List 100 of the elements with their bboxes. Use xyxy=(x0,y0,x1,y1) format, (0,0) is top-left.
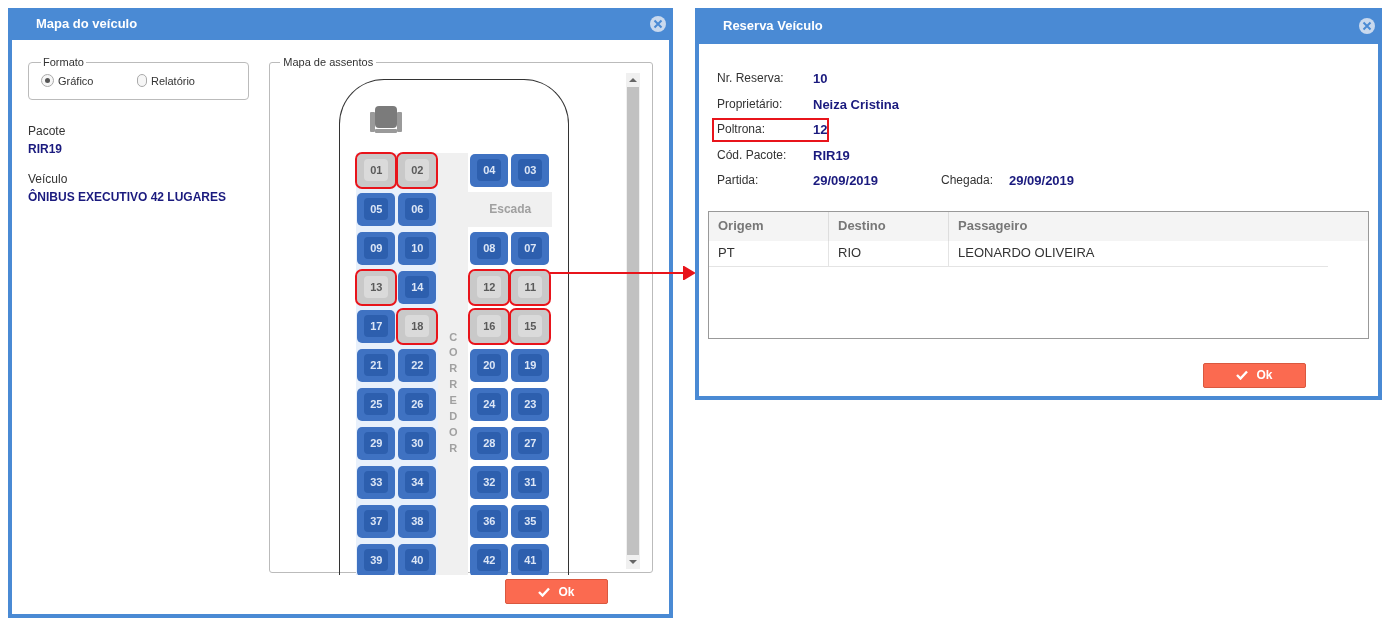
seat[interactable]: 16 xyxy=(470,309,509,343)
seat-number: 33 xyxy=(364,471,389,493)
seat[interactable]: 30 xyxy=(398,426,437,460)
seat[interactable]: 01 xyxy=(357,153,396,187)
ok-button[interactable]: Ok xyxy=(505,579,608,604)
seat-number: 13 xyxy=(364,276,389,298)
seat[interactable]: 19 xyxy=(511,348,550,382)
seat[interactable]: 39 xyxy=(357,543,396,575)
seat[interactable]: 14 xyxy=(398,270,437,304)
seat[interactable]: 29 xyxy=(357,426,396,460)
seat[interactable]: 09 xyxy=(357,231,396,265)
seat[interactable]: 25 xyxy=(357,387,396,421)
column-header: Destino xyxy=(829,211,949,241)
seat[interactable]: 13 xyxy=(357,270,396,304)
seat-number: 21 xyxy=(364,354,389,376)
seat-number: 09 xyxy=(364,237,389,259)
scrollbar-thumb[interactable] xyxy=(627,86,639,555)
table-cell-text: LEONARDO OLIVEIRA xyxy=(957,244,1096,263)
scrollbar[interactable] xyxy=(626,72,640,569)
seat[interactable]: 21 xyxy=(357,348,396,382)
seat[interactable]: 22 xyxy=(398,348,437,382)
seat-number: 23 xyxy=(518,393,543,415)
seat-number: 04 xyxy=(477,159,502,181)
seat-number: 42 xyxy=(477,549,502,571)
seat-number: 15 xyxy=(518,315,543,337)
column-header: Origem xyxy=(709,211,829,241)
field-label: Cód. Pacote: xyxy=(717,146,788,164)
seat[interactable]: 17 xyxy=(357,309,396,343)
seat[interactable]: 05 xyxy=(357,192,396,226)
table-cell: RIO xyxy=(829,240,949,266)
seat-number: 31 xyxy=(518,471,543,493)
radio-label: Relatório xyxy=(150,73,195,89)
field-value: 29/09/2019 xyxy=(813,172,880,190)
dialog-title: Reserva Veículo xyxy=(723,17,823,36)
seat-number: 02 xyxy=(405,159,430,181)
seat[interactable]: 28 xyxy=(470,426,509,460)
seat[interactable]: 08 xyxy=(470,231,509,265)
package-value: RIR19 xyxy=(28,141,63,158)
seat[interactable]: 32 xyxy=(470,465,509,499)
field-value: RIR19 xyxy=(813,146,850,165)
seat[interactable]: 15 xyxy=(511,309,550,343)
seat[interactable]: 07 xyxy=(511,231,550,265)
close-icon[interactable] xyxy=(649,15,667,33)
seat-number: 35 xyxy=(518,510,543,532)
seat[interactable]: 02 xyxy=(398,153,437,187)
package-label: Pacote xyxy=(28,123,67,140)
seat[interactable]: 41 xyxy=(511,543,550,575)
seat-number: 41 xyxy=(518,549,543,571)
seat[interactable]: 26 xyxy=(398,387,437,421)
seat-number: 19 xyxy=(518,354,543,376)
seat-number: 18 xyxy=(405,315,430,337)
seat-number: 29 xyxy=(364,432,389,454)
seat-number: 34 xyxy=(405,471,430,493)
seat-number: 39 xyxy=(364,549,389,571)
seat[interactable]: 27 xyxy=(511,426,550,460)
seat[interactable]: 38 xyxy=(398,504,437,538)
seat-number: 27 xyxy=(518,432,543,454)
seat-number: 12 xyxy=(477,276,502,298)
aisle-label: CORREDOR xyxy=(448,329,459,457)
seat[interactable]: 03 xyxy=(511,153,550,187)
check-icon xyxy=(538,586,551,597)
seat-number: 07 xyxy=(518,237,543,259)
ok-button[interactable]: Ok xyxy=(1203,362,1306,388)
seat[interactable]: 31 xyxy=(511,465,550,499)
seat[interactable]: 20 xyxy=(470,348,509,382)
seat[interactable]: 36 xyxy=(470,504,509,538)
seat-number: 03 xyxy=(518,159,543,181)
seat[interactable]: 10 xyxy=(398,231,437,265)
seat-number: 05 xyxy=(364,198,389,220)
seat-number: 11 xyxy=(518,276,543,298)
format-legend: Formato xyxy=(41,54,86,71)
seat[interactable]: 37 xyxy=(357,504,396,538)
seat[interactable]: 12 xyxy=(470,270,509,304)
seat-map-legend: Mapa de assentos xyxy=(280,54,377,71)
field-label: Chegada: xyxy=(941,172,995,189)
vehicle-value: ÔNIBUS EXECUTIVO 42 LUGARES xyxy=(28,188,228,206)
close-icon[interactable] xyxy=(1358,17,1376,35)
radio-button[interactable] xyxy=(137,74,147,88)
seat[interactable]: 42 xyxy=(470,543,509,575)
seat-number: 36 xyxy=(477,510,502,532)
seat[interactable]: 18 xyxy=(398,309,437,343)
seat[interactable]: 34 xyxy=(398,465,437,499)
seat[interactable]: 23 xyxy=(511,387,550,421)
seat-number: 40 xyxy=(405,549,430,571)
seat-number: 25 xyxy=(364,393,389,415)
field-label: Nr. Reserva: xyxy=(717,70,785,87)
seat[interactable]: 11 xyxy=(511,270,550,304)
seat-number: 37 xyxy=(364,510,389,532)
seat[interactable]: 33 xyxy=(357,465,396,499)
seat[interactable]: 06 xyxy=(398,192,437,226)
table-cell: PT xyxy=(709,240,829,266)
dialog-title: Mapa do veículo xyxy=(36,15,138,34)
seat[interactable]: 04 xyxy=(470,153,509,187)
seat[interactable]: 40 xyxy=(398,543,437,575)
seat[interactable]: 24 xyxy=(470,387,509,421)
radio-button[interactable] xyxy=(41,74,54,88)
seat-number: 26 xyxy=(405,393,430,415)
seat-number: 30 xyxy=(405,432,430,454)
field-value: 12 xyxy=(813,121,828,139)
seat[interactable]: 35 xyxy=(511,504,550,538)
